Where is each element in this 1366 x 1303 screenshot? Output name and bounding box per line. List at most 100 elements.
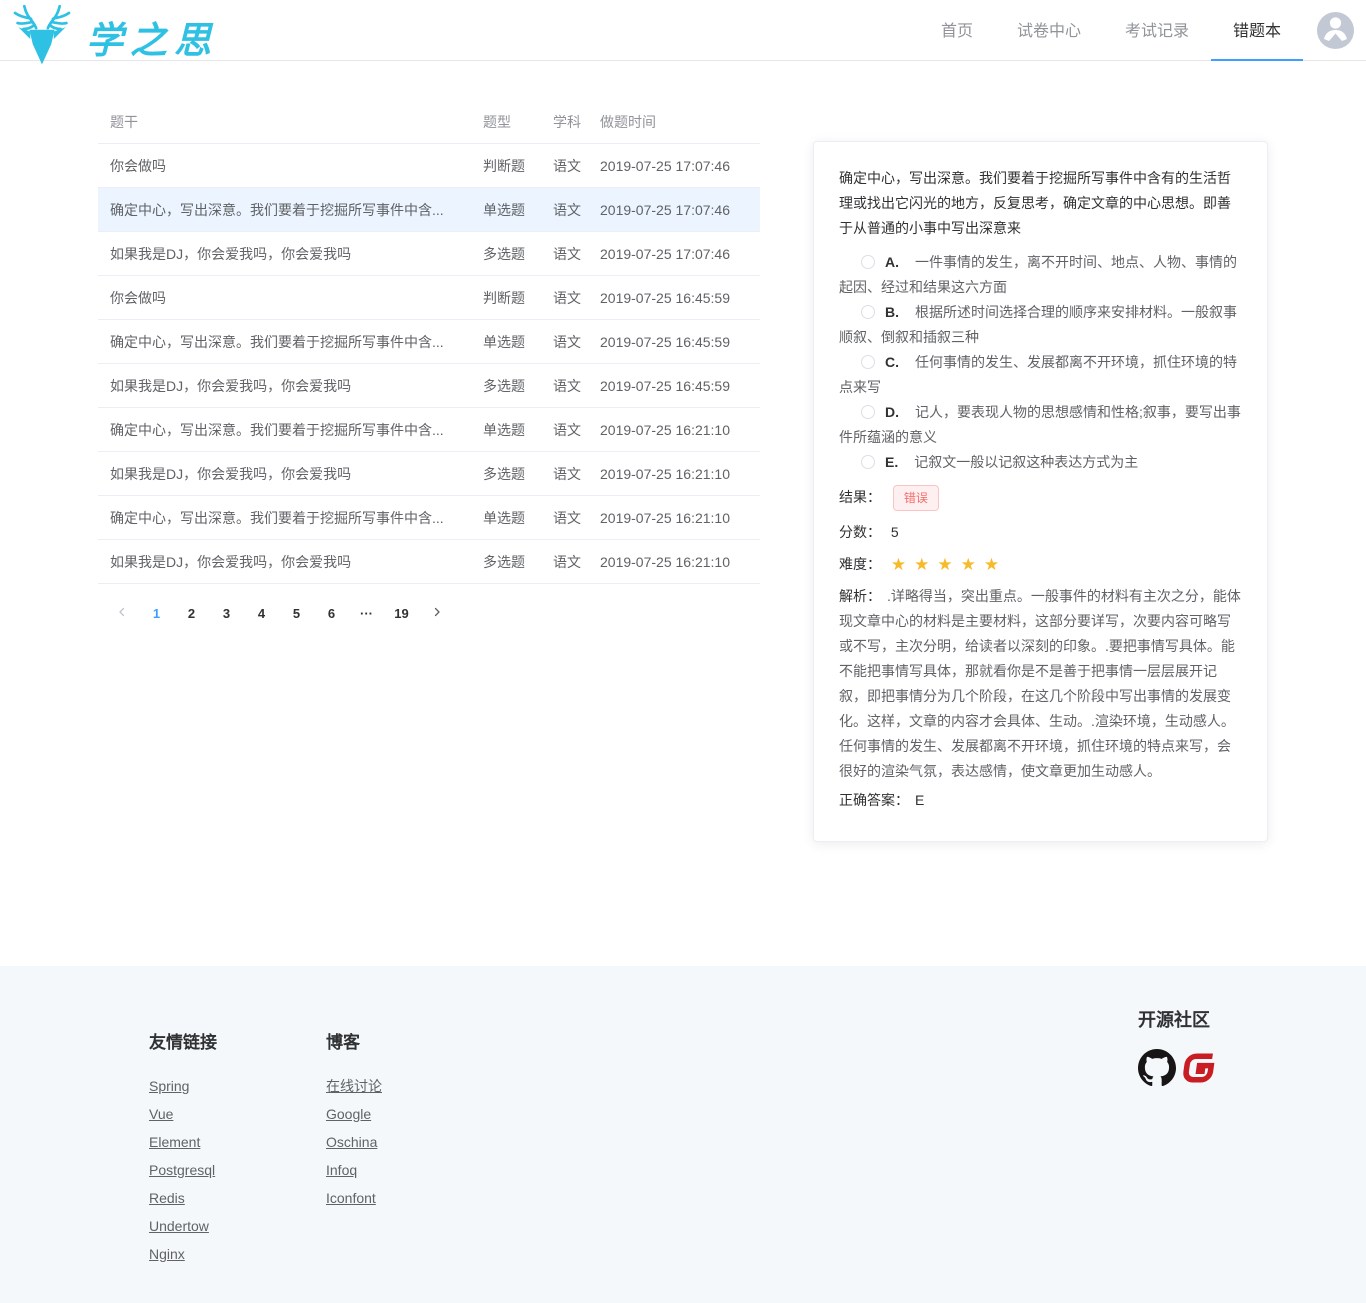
answer-option[interactable]: A.一件事情的发生，离不开时间、地点、人物、事情的起因、经过和结果这六方面 — [839, 250, 1242, 300]
page-number-button[interactable]: 2 — [174, 599, 209, 627]
answer-option[interactable]: D.记人，要表现人物的思想感情和性格;叙事，要写出事件所蕴涵的意义 — [839, 400, 1242, 450]
table-row[interactable]: 确定中心，写出深意。我们要着于挖掘所写事件中含... 单选题 语文 2019-0… — [98, 320, 760, 364]
cell-stem: 如果我是DJ，你会爱我吗，你会爱我吗 — [110, 244, 483, 264]
cell-stem: 确定中心，写出深意。我们要着于挖掘所写事件中含... — [110, 420, 483, 440]
cell-stem: 确定中心，写出深意。我们要着于挖掘所写事件中含... — [110, 508, 483, 528]
page-number-button[interactable]: 1 — [139, 599, 174, 627]
footer-link[interactable]: Nginx — [149, 1247, 275, 1262]
page-footer: 友情链接 SpringVueElementPostgresqlRedisUnde… — [0, 966, 1366, 1303]
cell-stem: 确定中心，写出深意。我们要着于挖掘所写事件中含... — [110, 200, 483, 220]
answer-option[interactable]: B.根据所述时间选择合理的顺序来安排材料。一般叙事顺叙、倒叙和插叙三种 — [839, 300, 1242, 350]
avatar[interactable] — [1317, 12, 1354, 49]
gitee-icon[interactable] — [1180, 1050, 1216, 1086]
brand-name: 学之思 — [86, 10, 218, 64]
result-badge: 错误 — [893, 485, 939, 511]
radio-icon[interactable] — [861, 455, 875, 469]
cell-subject: 语文 — [553, 420, 600, 440]
page-number-button[interactable]: 5 — [279, 599, 314, 627]
radio-icon[interactable] — [861, 355, 875, 369]
cell-subject: 语文 — [553, 376, 600, 396]
col-type: 题型 — [483, 112, 553, 132]
answer-options: A.一件事情的发生，离不开时间、地点、人物、事情的起因、经过和结果这六方面 B.… — [839, 250, 1242, 475]
page-number-button[interactable]: 4 — [244, 599, 279, 627]
cell-time: 2019-07-25 16:21:10 — [600, 466, 760, 482]
nav-item[interactable]: 试卷中心 — [995, 0, 1103, 61]
cell-subject: 语文 — [553, 464, 600, 484]
radio-icon[interactable] — [861, 255, 875, 269]
next-page-button[interactable] — [419, 599, 454, 627]
blog-links-title: 博客 — [326, 1028, 382, 1053]
footer-link[interactable]: Postgresql — [149, 1163, 275, 1178]
footer-link[interactable]: 在线讨论 — [326, 1079, 382, 1094]
cell-subject: 语文 — [553, 508, 600, 528]
cell-stem: 如果我是DJ，你会爱我吗，你会爱我吗 — [110, 376, 483, 396]
main-area: 题干 题型 学科 做题时间 你会做吗 判断题 语文 2019-07-25 17:… — [0, 61, 1366, 966]
question-stem: 确定中心，写出深意。我们要着于挖掘所写事件中含有的生活哲理或找出它闪光的地方，反… — [839, 166, 1242, 241]
page-number-button[interactable]: 19 — [384, 599, 419, 627]
prev-page-button[interactable] — [104, 599, 139, 627]
cell-time: 2019-07-25 16:21:10 — [600, 554, 760, 570]
question-detail-card: 确定中心，写出深意。我们要着于挖掘所写事件中含有的生活哲理或找出它闪光的地方，反… — [813, 141, 1268, 842]
table-row[interactable]: 如果我是DJ，你会爱我吗，你会爱我吗 多选题 语文 2019-07-25 16:… — [98, 364, 760, 408]
table-row[interactable]: 你会做吗 判断题 语文 2019-07-25 17:07:46 — [98, 144, 760, 188]
github-icon[interactable] — [1138, 1049, 1176, 1087]
footer-link[interactable]: Redis — [149, 1191, 275, 1206]
cell-time: 2019-07-25 16:21:10 — [600, 510, 760, 526]
footer-link[interactable]: Element — [149, 1135, 275, 1150]
option-letter: C. — [885, 354, 899, 370]
community-title: 开源社区 — [1138, 1006, 1216, 1032]
cell-subject: 语文 — [553, 332, 600, 352]
cell-type: 判断题 — [483, 156, 553, 176]
page-numbers: 123456···19 — [139, 599, 419, 627]
correct-answer-value: E — [915, 792, 924, 808]
community-section: 开源社区 — [1138, 1006, 1216, 1275]
analysis-label: 解析： — [839, 588, 881, 604]
analysis-text: .详略得当，突出重点。一般事件的材料有主次之分，能体现文章中心的材料是主要材料，… — [839, 588, 1241, 779]
table-row[interactable]: 如果我是DJ，你会爱我吗，你会爱我吗 多选题 语文 2019-07-25 16:… — [98, 452, 760, 496]
table-row[interactable]: 你会做吗 判断题 语文 2019-07-25 16:45:59 — [98, 276, 760, 320]
table-row[interactable]: 确定中心，写出深意。我们要着于挖掘所写事件中含... 单选题 语文 2019-0… — [98, 496, 760, 540]
page-number-button[interactable]: 3 — [209, 599, 244, 627]
option-text: 记人，要表现人物的思想感情和性格;叙事，要写出事件所蕴涵的意义 — [839, 404, 1241, 445]
cell-type: 多选题 — [483, 244, 553, 264]
radio-icon[interactable] — [861, 305, 875, 319]
table-row[interactable]: 如果我是DJ，你会爱我吗，你会爱我吗 多选题 语文 2019-07-25 16:… — [98, 540, 760, 584]
difficulty-label: 难度： — [839, 556, 881, 572]
analysis-block: 解析：.详略得当，突出重点。一般事件的材料有主次之分，能体现文章中心的材料是主要… — [839, 584, 1242, 784]
cell-stem: 如果我是DJ，你会爱我吗，你会爱我吗 — [110, 552, 483, 572]
footer-link[interactable]: Iconfont — [326, 1191, 382, 1206]
table-row[interactable]: 如果我是DJ，你会爱我吗，你会爱我吗 多选题 语文 2019-07-25 17:… — [98, 232, 760, 276]
nav-item[interactable]: 考试记录 — [1103, 0, 1211, 61]
brand-logo[interactable]: 学之思 — [4, 0, 218, 61]
table-header: 题干 题型 学科 做题时间 — [98, 100, 760, 144]
table-body: 你会做吗 判断题 语文 2019-07-25 17:07:46 确定中心，写出深… — [98, 144, 760, 584]
cell-subject: 语文 — [553, 288, 600, 308]
footer-link[interactable]: Oschina — [326, 1135, 382, 1150]
nav-item[interactable]: 错题本 — [1211, 0, 1303, 61]
option-letter: B. — [885, 304, 899, 320]
nav-item[interactable]: 首页 — [919, 0, 995, 61]
footer-link[interactable]: Undertow — [149, 1219, 275, 1234]
footer-link[interactable]: Google — [326, 1107, 382, 1122]
answer-option[interactable]: C.任何事情的发生、发展都离不开环境，抓住环境的特点来写 — [839, 350, 1242, 400]
result-line: 结果： 错误 — [839, 485, 1242, 511]
page-number-button[interactable]: 6 — [314, 599, 349, 627]
footer-link[interactable]: Spring — [149, 1079, 275, 1094]
table-row[interactable]: 确定中心，写出深意。我们要着于挖掘所写事件中含... 单选题 语文 2019-0… — [98, 188, 760, 232]
page-number-button[interactable]: ··· — [349, 599, 384, 627]
col-stem: 题干 — [110, 112, 483, 132]
cell-type: 多选题 — [483, 552, 553, 572]
footer-link[interactable]: Infoq — [326, 1163, 382, 1178]
cell-subject: 语文 — [553, 200, 600, 220]
cell-stem: 你会做吗 — [110, 156, 483, 176]
table-row[interactable]: 确定中心，写出深意。我们要着于挖掘所写事件中含... 单选题 语文 2019-0… — [98, 408, 760, 452]
option-letter: D. — [885, 404, 899, 420]
option-text: 记叙文一般以记叙这种表达方式为主 — [914, 454, 1138, 470]
option-letter: A. — [885, 254, 899, 270]
radio-icon[interactable] — [861, 405, 875, 419]
cell-type: 多选题 — [483, 376, 553, 396]
cell-stem: 你会做吗 — [110, 288, 483, 308]
footer-link[interactable]: Vue — [149, 1107, 275, 1122]
cell-type: 判断题 — [483, 288, 553, 308]
answer-option[interactable]: E.记叙文一般以记叙这种表达方式为主 — [839, 450, 1242, 475]
